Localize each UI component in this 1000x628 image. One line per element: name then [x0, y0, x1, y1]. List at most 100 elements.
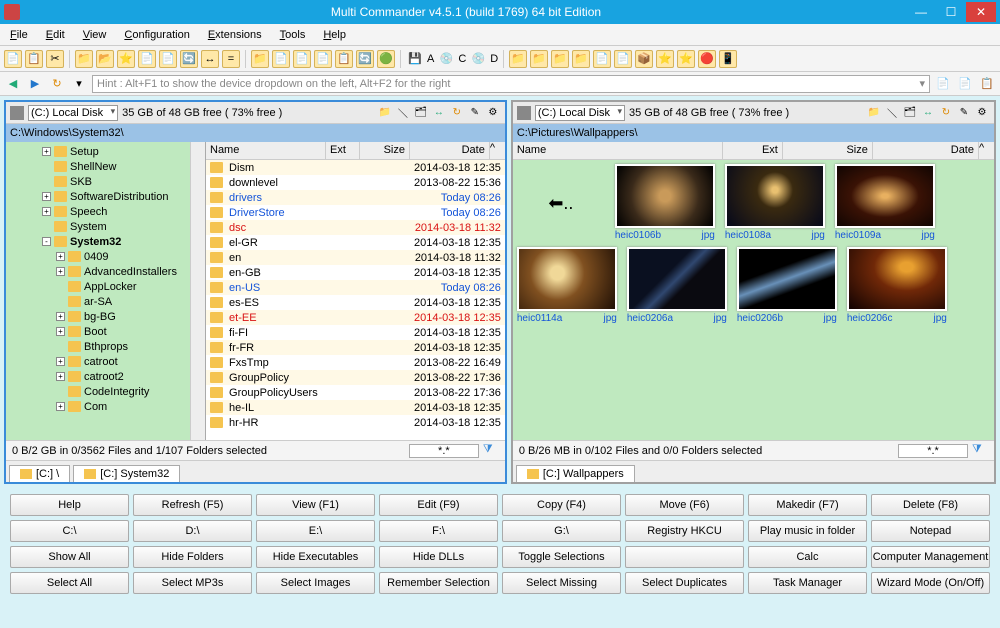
tree-node[interactable]: ShellNew	[8, 159, 203, 174]
action-button[interactable]: Refresh (F5)	[133, 494, 252, 516]
drive-d-icon[interactable]: 💿	[469, 50, 487, 68]
tree-node[interactable]: +0409	[8, 249, 203, 264]
toolbar-paste-icon[interactable]: 📋	[25, 50, 43, 68]
col-size[interactable]: Size	[783, 142, 873, 159]
file-row[interactable]: fr-FR2014-03-18 12:35	[206, 340, 505, 355]
toolbar-icon[interactable]: 📁	[509, 50, 527, 68]
thumbnail[interactable]: heic0106bjpg	[615, 164, 715, 243]
tree-node[interactable]: System	[8, 219, 203, 234]
action-button[interactable]: C:\	[10, 520, 129, 542]
panel-tool-icon[interactable]: 🗂	[413, 105, 429, 121]
file-list-header[interactable]: Name Ext Size Date ^	[206, 142, 505, 160]
file-row[interactable]: hr-HR2014-03-18 12:35	[206, 415, 505, 430]
nav-forward-icon[interactable]: ▶	[26, 75, 44, 93]
file-row[interactable]: FxsTmp2013-08-22 16:49	[206, 355, 505, 370]
drive-a-icon[interactable]: 💾	[406, 50, 424, 68]
tree-node[interactable]: +SoftwareDistribution	[8, 189, 203, 204]
expand-icon[interactable]: +	[56, 252, 65, 261]
nav-history-icon[interactable]: ↻	[48, 75, 66, 93]
action-button[interactable]: Hide Folders	[133, 546, 252, 568]
menu-extensions[interactable]: Extensions	[204, 27, 266, 43]
toolbar-icon[interactable]: 📄	[614, 50, 632, 68]
thumbnail[interactable]: heic0206cjpg	[847, 247, 947, 326]
tree-node[interactable]: +Setup	[8, 144, 203, 159]
address-bar[interactable]: Hint : Alt+F1 to show the device dropdow…	[92, 75, 930, 93]
file-row[interactable]: GroupPolicyUsers2013-08-22 17:36	[206, 385, 505, 400]
action-button[interactable]: Toggle Selections	[502, 546, 621, 568]
menu-help[interactable]: Help	[319, 27, 350, 43]
action-button[interactable]: Wizard Mode (On/Off)	[871, 572, 990, 594]
file-row[interactable]: fi-FI2014-03-18 12:35	[206, 325, 505, 340]
nav-icon[interactable]: 📄	[934, 75, 952, 93]
action-button[interactable]: View (F1)	[256, 494, 375, 516]
tree-node[interactable]: +AdvancedInstallers	[8, 264, 203, 279]
panel-tool-icon[interactable]: ✎	[467, 105, 483, 121]
panel-tool-icon[interactable]: 📁	[377, 105, 393, 121]
toolbar-icon[interactable]: 🔄	[180, 50, 198, 68]
toolbar-icon[interactable]: 📱	[719, 50, 737, 68]
panel-tool-icon[interactable]: 📁	[866, 105, 882, 121]
action-button[interactable]: G:\	[502, 520, 621, 542]
file-row[interactable]: en2014-03-18 11:32	[206, 250, 505, 265]
thumbnail[interactable]: heic0206bjpg	[737, 247, 837, 326]
action-button[interactable]: Move (F6)	[625, 494, 744, 516]
toolbar-icon[interactable]: 📁	[251, 50, 269, 68]
thumbnail[interactable]: heic0206ajpg	[627, 247, 727, 326]
toolbar-icon[interactable]: 📄	[314, 50, 332, 68]
nav-icon[interactable]: 📋	[978, 75, 996, 93]
action-button[interactable]: Play music in folder	[748, 520, 867, 542]
file-row[interactable]: DriverStoreToday 08:26	[206, 205, 505, 220]
col-name[interactable]: Name	[206, 142, 326, 159]
file-row[interactable]: Dism2014-03-18 12:35	[206, 160, 505, 175]
action-button[interactable]: Makedir (F7)	[748, 494, 867, 516]
tree-node[interactable]: CodeIntegrity	[8, 384, 203, 399]
thumbnail-grid[interactable]: ⬅..heic0106bjpgheic0108ajpgheic0109ajpgh…	[513, 160, 994, 440]
tree-node[interactable]: +catroot	[8, 354, 203, 369]
expand-icon[interactable]: +	[56, 267, 65, 276]
menu-edit[interactable]: Edit	[42, 27, 69, 43]
drive-c-icon[interactable]: 💿	[437, 50, 455, 68]
action-button[interactable]: D:\	[133, 520, 252, 542]
file-row[interactable]: el-GR2014-03-18 12:35	[206, 235, 505, 250]
action-button[interactable]: Copy (F4)	[502, 494, 621, 516]
expand-icon[interactable]: +	[56, 357, 65, 366]
funnel-icon[interactable]: ⧩	[972, 443, 988, 459]
action-button[interactable]: Hide DLLs	[379, 546, 498, 568]
action-button[interactable]: E:\	[256, 520, 375, 542]
toolbar-icon[interactable]: 📁	[551, 50, 569, 68]
expand-icon[interactable]: +	[56, 372, 65, 381]
nav-dropdown-icon[interactable]: ▾	[70, 75, 88, 93]
col-date[interactable]: Date	[410, 142, 490, 159]
file-list-header[interactable]: Name Ext Size Date ^	[513, 142, 994, 160]
action-button[interactable]: Select Images	[256, 572, 375, 594]
toolbar-icon[interactable]: 📁	[572, 50, 590, 68]
nav-icon[interactable]: 📄	[956, 75, 974, 93]
expand-icon[interactable]: +	[42, 192, 51, 201]
toolbar-icon[interactable]: 🔄	[356, 50, 374, 68]
action-button[interactable]: Select Missing	[502, 572, 621, 594]
panel-tab[interactable]: [C:] System32	[73, 465, 180, 482]
toolbar-icon[interactable]: ⭐	[656, 50, 674, 68]
tree-node[interactable]: +Boot	[8, 324, 203, 339]
panel-tool-icon[interactable]: ✎	[956, 105, 972, 121]
minimize-button[interactable]: —	[906, 2, 936, 22]
nav-back-icon[interactable]: ◀	[4, 75, 22, 93]
drive-selector[interactable]: (C:) Local Disk	[535, 105, 625, 121]
tree-node[interactable]: AppLocker	[8, 279, 203, 294]
folder-tree[interactable]: +SetupShellNewSKB+SoftwareDistribution+S…	[6, 142, 206, 440]
toolbar-icon[interactable]: ↔	[201, 50, 219, 68]
action-button[interactable]: Notepad	[871, 520, 990, 542]
menu-file[interactable]: File	[6, 27, 32, 43]
panel-tool-icon[interactable]: ＼	[884, 105, 900, 121]
action-button[interactable]: Edit (F9)	[379, 494, 498, 516]
tree-node[interactable]: Bthprops	[8, 339, 203, 354]
action-button[interactable]	[625, 546, 744, 568]
action-button[interactable]: Hide Executables	[256, 546, 375, 568]
panel-tool-icon[interactable]: 🗂	[902, 105, 918, 121]
toolbar-icon[interactable]: 📁	[75, 50, 93, 68]
menu-configuration[interactable]: Configuration	[120, 27, 193, 43]
toolbar-icon[interactable]: 🔴	[698, 50, 716, 68]
file-row[interactable]: GroupPolicy2013-08-22 17:36	[206, 370, 505, 385]
thumbnail[interactable]: heic0114ajpg	[517, 247, 617, 326]
toolbar-icon[interactable]: 📄	[138, 50, 156, 68]
